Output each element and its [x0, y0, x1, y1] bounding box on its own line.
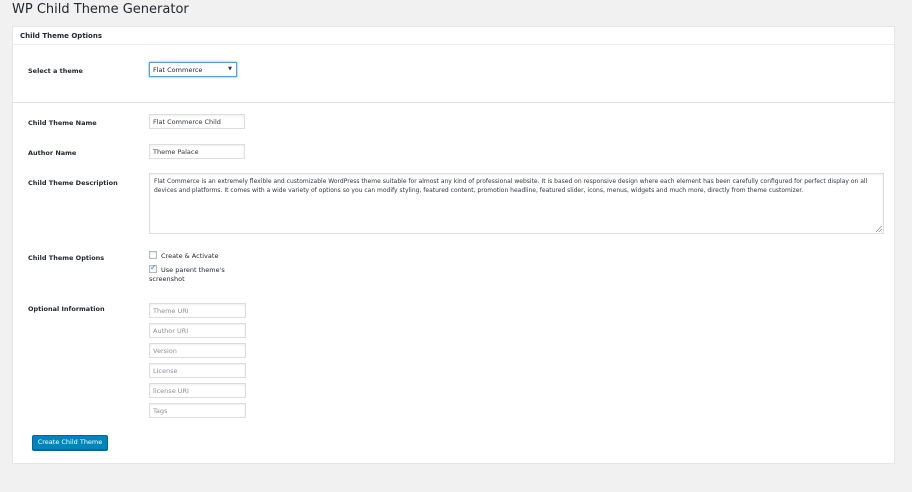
child-theme-description-label: Child Theme Description	[28, 179, 118, 187]
create-activate-checkbox[interactable]	[149, 251, 157, 259]
section-divider	[13, 102, 894, 103]
license-uri-input[interactable]: license URI	[149, 383, 246, 398]
page-title: WP Child Theme Generator	[12, 2, 189, 17]
child-theme-options-label: Child Theme Options	[28, 254, 105, 262]
resize-handle-icon[interactable]	[876, 226, 882, 232]
author-uri-input[interactable]: Author URI	[149, 323, 246, 338]
create-activate-label: Create & Activate	[161, 252, 219, 260]
child-theme-name-label: Child Theme Name	[28, 119, 97, 127]
optional-information-label: Optional Information	[28, 305, 105, 313]
tags-input[interactable]: Tags	[149, 403, 246, 418]
use-parent-screenshot-checkbox[interactable]	[149, 263, 157, 273]
child-theme-options-panel: Child Theme Options Select a theme Flat …	[12, 26, 895, 464]
description-text: Flat Commerce is an extremely flexible a…	[154, 178, 868, 194]
theme-select-value: Flat Commerce	[153, 66, 203, 74]
panel-header: Child Theme Options	[13, 27, 894, 45]
author-name-input[interactable]: Theme Palace	[149, 144, 245, 159]
child-theme-description-textarea[interactable]: Flat Commerce is an extremely flexible a…	[149, 173, 884, 234]
select-theme-label: Select a theme	[28, 67, 83, 75]
theme-select[interactable]: Flat Commerce ▼	[149, 62, 237, 77]
license-input[interactable]: License	[149, 363, 246, 378]
create-child-theme-button[interactable]: Create Child Theme	[32, 435, 108, 450]
version-input[interactable]: Version	[149, 343, 246, 358]
child-theme-name-input[interactable]: Flat Commerce Child	[149, 114, 245, 129]
author-name-label: Author Name	[28, 149, 77, 157]
use-parent-screenshot-option[interactable]: Use parent theme's screenshot	[149, 263, 225, 284]
chevron-down-icon: ▼	[228, 66, 232, 72]
theme-uri-input[interactable]: Theme URI	[149, 303, 246, 318]
create-activate-option[interactable]: Create & Activate	[149, 251, 218, 261]
use-parent-screenshot-label-line2: screenshot	[149, 275, 185, 283]
use-parent-screenshot-label-line1: Use parent theme's	[161, 266, 225, 274]
